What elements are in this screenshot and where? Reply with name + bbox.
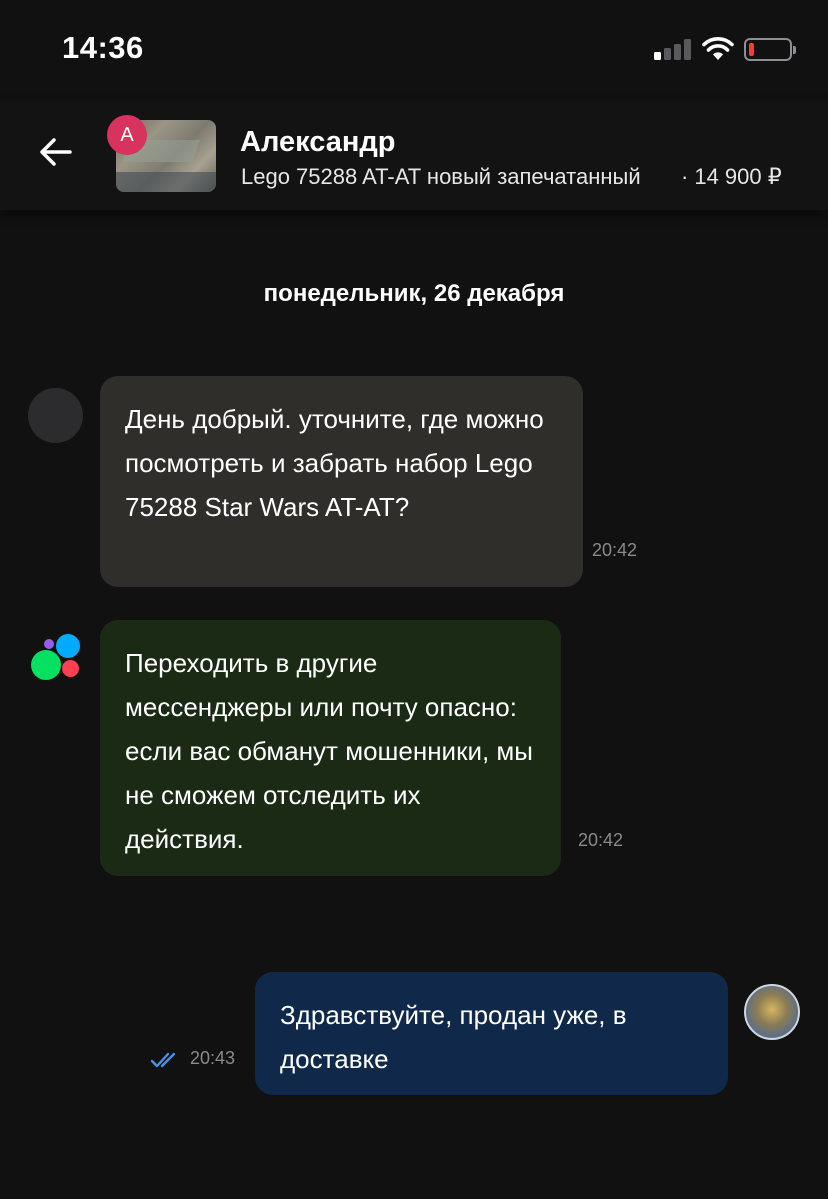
- chat-header: А Александр Lego 75288 AT-AT новый запеч…: [0, 100, 828, 210]
- system-warning-message[interactable]: Переходить в другие мессенджеры или почт…: [100, 620, 561, 876]
- avito-logo-icon: [30, 634, 82, 682]
- back-arrow-icon[interactable]: [34, 130, 78, 174]
- battery-icon: [744, 38, 796, 61]
- listing-title: Lego 75288 AT-AT новый запечатанный: [241, 164, 641, 189]
- status-time: 14:36: [62, 30, 144, 65]
- message-time: 20:42: [578, 830, 624, 850]
- my-avatar[interactable]: [744, 984, 800, 1040]
- message-time: 20:42: [592, 540, 638, 560]
- double-check-icon: [150, 1052, 176, 1068]
- listing-price: 14 900 ₽: [694, 164, 782, 189]
- message-time: 20:43: [190, 1048, 236, 1068]
- signal-icon: [654, 38, 692, 60]
- sender-avatar[interactable]: [28, 388, 83, 443]
- wifi-icon: [702, 37, 734, 60]
- listing-separator: ·: [681, 164, 689, 189]
- contact-avatar[interactable]: А: [107, 115, 147, 155]
- incoming-message[interactable]: День добрый. уточните, где можно посмотр…: [100, 376, 583, 587]
- listing-info[interactable]: Lego 75288 AT-AT новый запечатанный · 14…: [241, 164, 806, 190]
- outgoing-message[interactable]: Здравствуйте, продан уже, в доставке: [255, 972, 728, 1095]
- date-separator: понедельник, 26 декабря: [263, 280, 565, 307]
- contact-name[interactable]: Александр: [240, 126, 396, 159]
